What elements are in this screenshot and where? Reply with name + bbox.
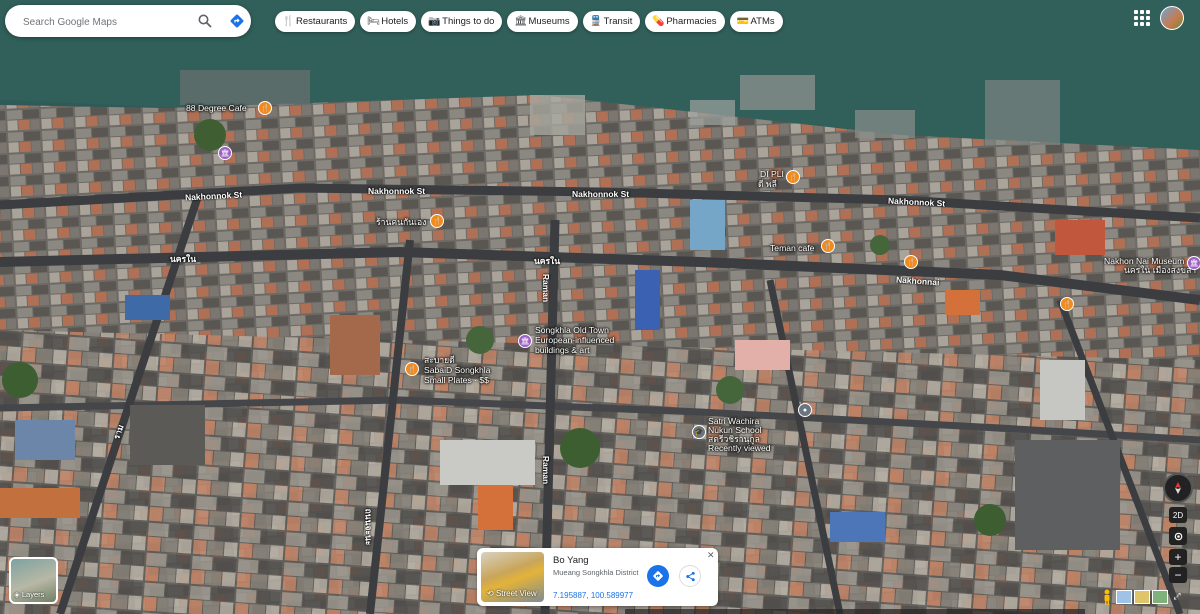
- restaurant-pin-icon[interactable]: 🍴: [904, 255, 918, 269]
- restaurant-icon: 🍴: [282, 16, 295, 27]
- satellite-imagery: [0, 0, 1200, 614]
- place-label-di-pli-thai: ดี พลี: [758, 179, 777, 189]
- apps-grid-icon[interactable]: [1134, 10, 1150, 26]
- directions-icon: [653, 571, 663, 581]
- place-coordinates[interactable]: 7.195887, 100.589977: [553, 591, 633, 600]
- atm-icon: 💳: [736, 16, 749, 27]
- museum-pin-icon[interactable]: 🏛: [1187, 256, 1200, 270]
- map-type-thumbnail[interactable]: [1152, 590, 1168, 604]
- place-label-nakhon-nai-museum-thai: นครใน เมืองสงขลา: [1124, 265, 1197, 275]
- street-view-label: ⟲ Street View: [487, 589, 537, 598]
- place-label-sabaid-desc: Small Plates · $$: [424, 375, 489, 385]
- place-label-songkhla-old-town[interactable]: Songkhla Old Town: [535, 326, 609, 335]
- place-title[interactable]: Bo Yang: [553, 555, 589, 566]
- chip-restaurants[interactable]: 🍴 Restaurants: [275, 11, 356, 32]
- map-type-thumbnail[interactable]: [1134, 590, 1150, 604]
- camera-icon: 📷: [428, 16, 441, 27]
- road-label-nakhonnai-th: นครใน: [534, 256, 561, 266]
- road-label-raman: Raman: [541, 455, 552, 485]
- directions-icon[interactable]: [227, 11, 247, 31]
- place-label-teman-cafe[interactable]: Teman cafe: [770, 244, 814, 253]
- museum-pin-icon[interactable]: 🏛: [518, 334, 532, 348]
- chip-transit[interactable]: 🚆 Transit: [582, 11, 641, 32]
- place-label-sabaid-thai: สะบายดี: [424, 355, 455, 365]
- place-card[interactable]: ⟲ Street View Bo Yang Mueang Songkhla Di…: [477, 548, 718, 606]
- directions-button[interactable]: [647, 565, 669, 587]
- place-label-ran-nam[interactable]: ร้านคนกันเอง: [376, 218, 426, 227]
- category-chips: 🍴 Restaurants 🛏 Hotels 📷 Things to do 🏛 Muse…: [275, 11, 783, 32]
- place-label-sabaid-songkhla[interactable]: SabaiD Songkhla: [424, 366, 490, 375]
- chip-pharmacies[interactable]: 💊 Pharmacies: [645, 11, 725, 32]
- close-icon[interactable]: ✕: [707, 550, 715, 561]
- road-label-nakhonnok: Nakhonnok St: [368, 186, 426, 196]
- hotel-icon: 🛏: [367, 16, 380, 27]
- museum-pin-icon[interactable]: 🏛: [218, 146, 232, 160]
- restaurant-pin-icon[interactable]: 🍴: [430, 214, 444, 228]
- pegman-icon[interactable]: [1100, 588, 1114, 606]
- pharmacy-icon: 💊: [652, 16, 665, 27]
- share-icon: [685, 571, 695, 581]
- avatar[interactable]: [1160, 6, 1184, 30]
- transit-icon: 🚆: [589, 16, 603, 27]
- layers-button[interactable]: ◈ Layers: [9, 557, 58, 604]
- road-label-nakhonnok: Nakhonnok St: [572, 189, 630, 199]
- chip-atms[interactable]: 💳 ATMs: [729, 11, 783, 32]
- search-input[interactable]: [21, 11, 185, 33]
- place-label-old-town-desc: buildings & art: [535, 345, 590, 355]
- school-pin-icon[interactable]: 🎓: [692, 425, 706, 439]
- my-location-icon[interactable]: [1169, 527, 1187, 545]
- attribution-bar: [625, 609, 1085, 614]
- bottom-right-tools: ⤢: [1100, 587, 1190, 607]
- place-label-school-recent: Recently viewed: [708, 443, 771, 453]
- place-label-old-town-desc: European-influenced: [535, 335, 615, 345]
- layers-label: ◈ Layers: [14, 590, 45, 599]
- share-button[interactable]: [679, 565, 701, 587]
- layers-icon: ◈: [14, 590, 20, 599]
- street-view-thumbnail[interactable]: ⟲ Street View: [481, 552, 544, 602]
- place-label-88-degree-cafe[interactable]: 88 Degree Cafe: [186, 104, 247, 113]
- zoom-in-button[interactable]: +: [1169, 549, 1187, 565]
- location-pin-icon[interactable]: ●: [798, 403, 812, 417]
- restaurant-pin-icon[interactable]: 🍴: [405, 362, 419, 376]
- restaurant-pin-icon[interactable]: 🍴: [1060, 297, 1074, 311]
- satellite-map[interactable]: [0, 0, 1200, 614]
- road-label-nakhonnai-th: นครใน: [170, 254, 197, 264]
- road-label-thai-mid: ถนนจะนะ: [363, 508, 374, 546]
- street-view-icon: ⟲: [487, 589, 496, 598]
- compass-icon[interactable]: [1163, 473, 1193, 503]
- expand-icon[interactable]: ⤢: [1170, 591, 1184, 603]
- place-label-di-pli[interactable]: DI PLI: [760, 170, 784, 179]
- search-icon[interactable]: [195, 11, 215, 31]
- chip-hotels[interactable]: 🛏 Hotels: [360, 11, 417, 32]
- chip-things-to-do[interactable]: 📷 Things to do: [421, 11, 503, 32]
- zoom-out-button[interactable]: −: [1169, 567, 1187, 583]
- place-address: Mueang Songkhla District: [553, 568, 639, 577]
- search-box: [5, 5, 251, 37]
- museum-icon: 🏛: [514, 16, 528, 27]
- map-type-thumbnail[interactable]: [1116, 590, 1132, 604]
- road-label-raman: Raman: [541, 273, 552, 303]
- restaurant-pin-icon[interactable]: 🍴: [786, 170, 800, 184]
- restaurant-pin-icon[interactable]: 🍴: [821, 239, 835, 253]
- restaurant-pin-icon[interactable]: 🍴: [258, 101, 272, 115]
- view-2d-button[interactable]: 2D: [1169, 507, 1187, 523]
- chip-museums[interactable]: 🏛 Museums: [507, 11, 578, 32]
